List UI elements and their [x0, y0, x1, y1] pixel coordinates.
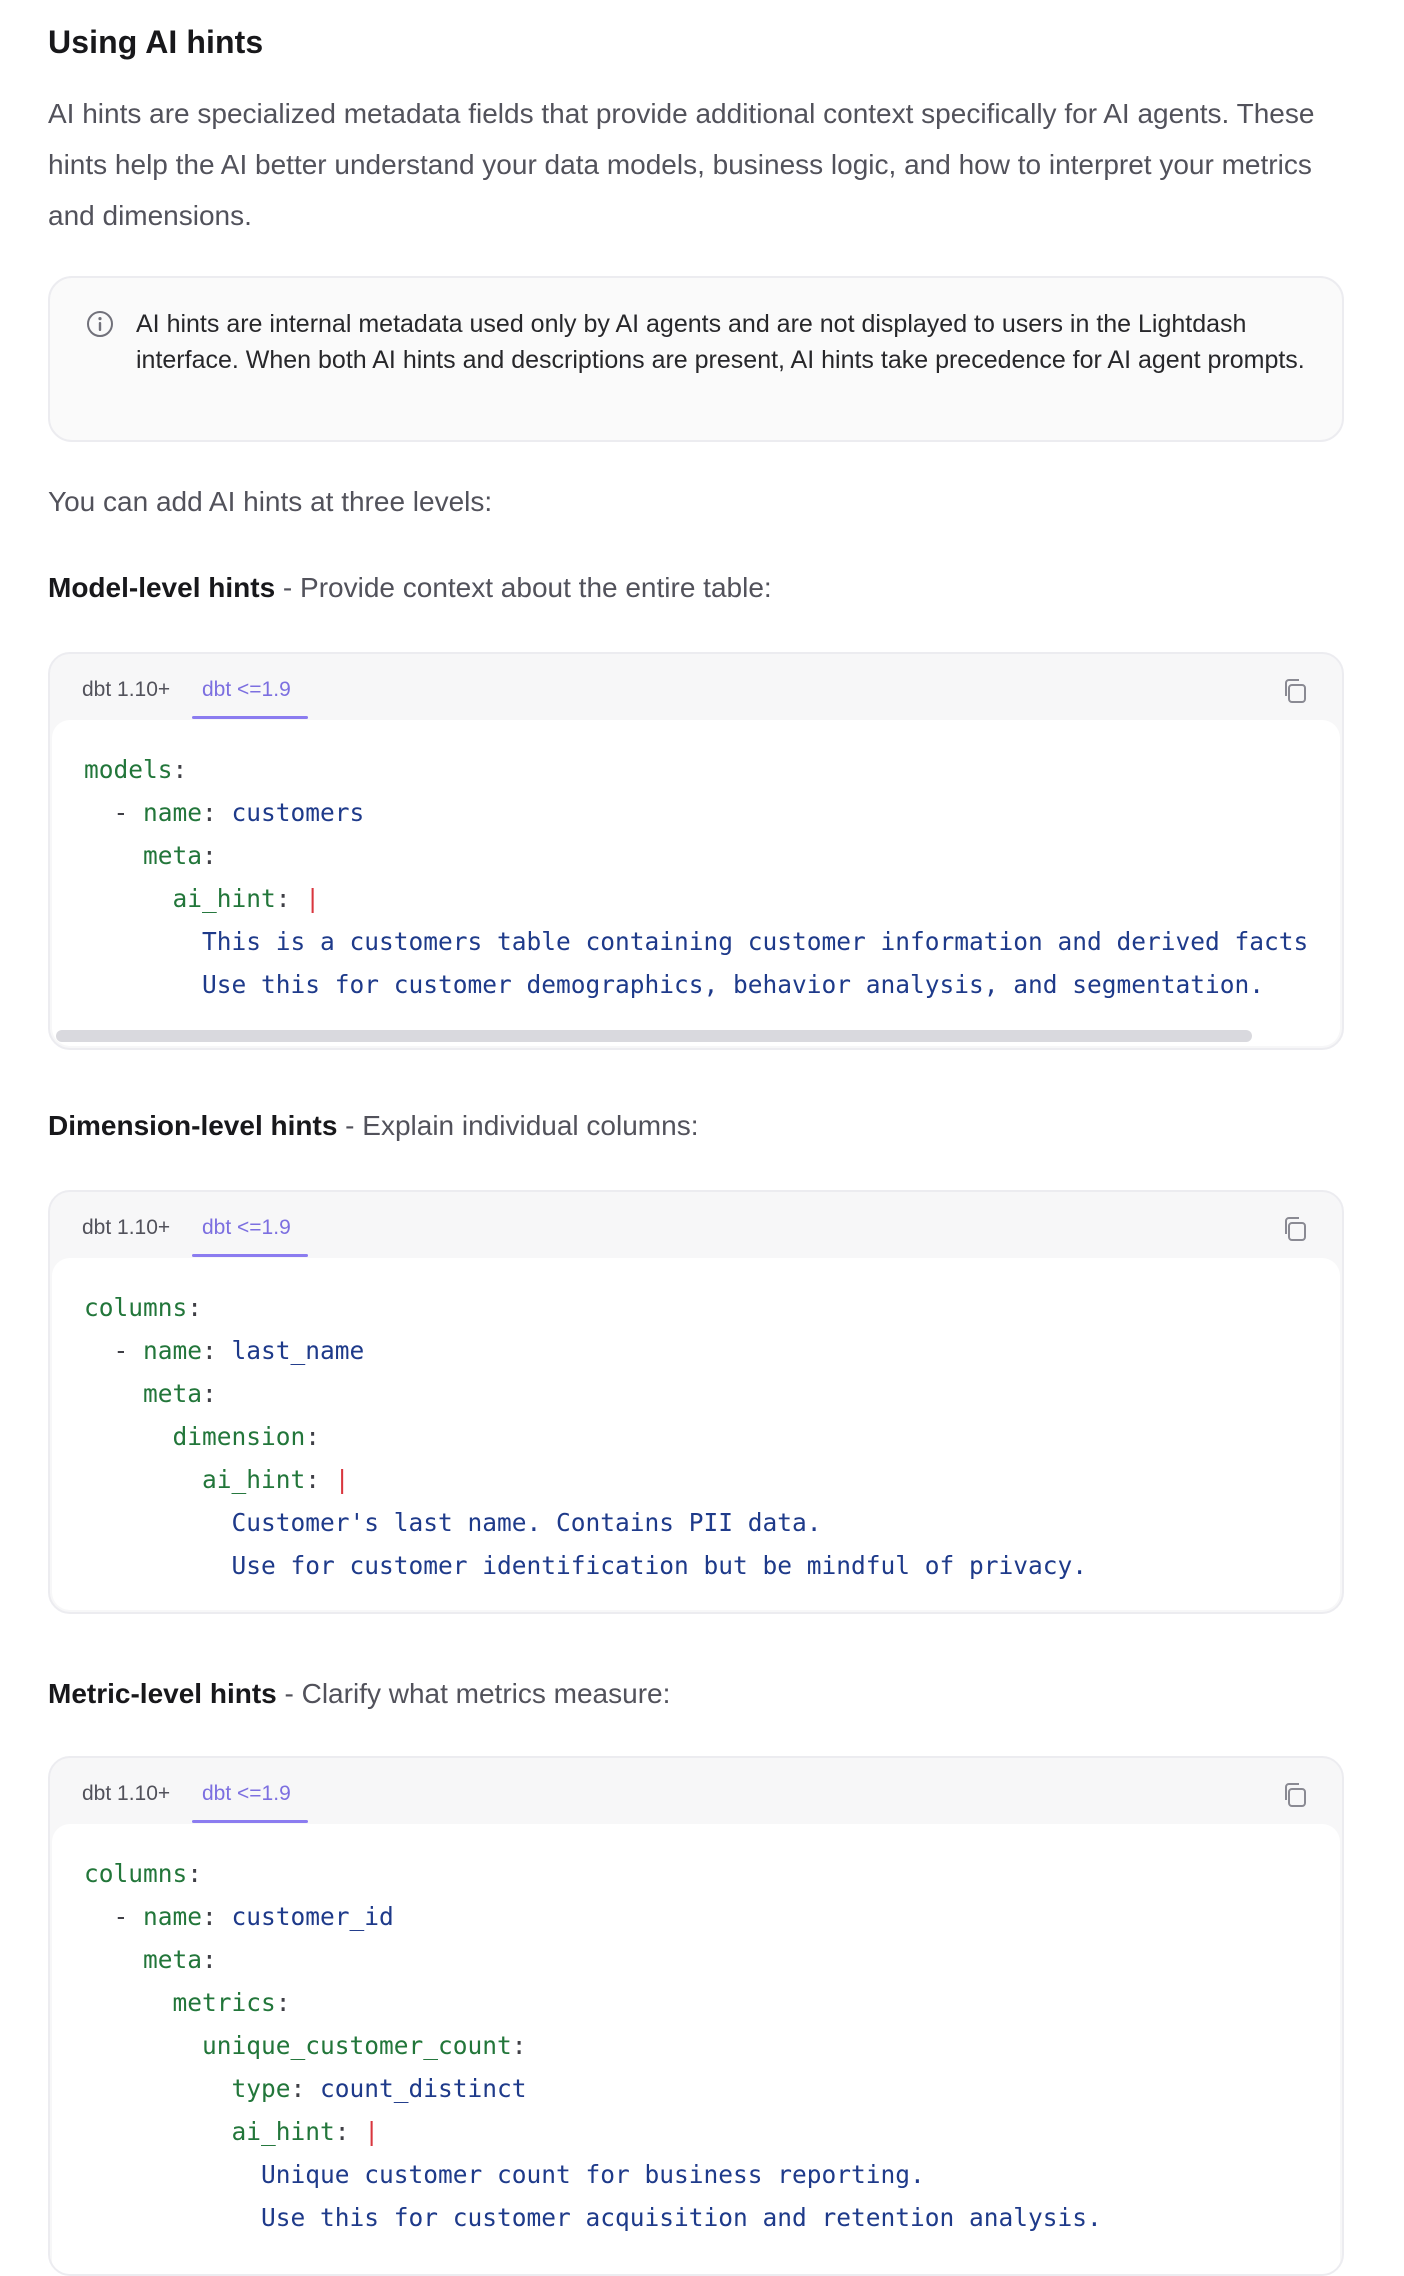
yaml-key: meta	[143, 1379, 203, 1408]
yaml-key: columns	[84, 1293, 188, 1322]
active-tab-indicator	[192, 1254, 308, 1257]
dimension-level-heading: Dimension-level hints - Explain individu…	[48, 1108, 698, 1144]
dimension-level-code-block: dbt 1.10+ dbt <=1.9 columns: - name: las…	[48, 1190, 1344, 1614]
info-icon	[87, 311, 113, 337]
yaml-key: ai_hint	[202, 1465, 306, 1494]
yaml-code: models: - name: customers meta: ai_hint:…	[84, 755, 1309, 999]
code-area: columns: - name: customer_id meta: metri…	[52, 1824, 1340, 2274]
version-tabs: dbt 1.10+ dbt <=1.9	[50, 1192, 1342, 1258]
yaml-block-indicator: |	[320, 1465, 350, 1494]
yaml-value: customers	[216, 798, 365, 827]
yaml-value: This is a customers table containing cus…	[202, 927, 1309, 956]
code-area: models: - name: customers meta: ai_hint:…	[52, 720, 1340, 1046]
yaml-code: columns: - name: customer_id meta: metri…	[84, 1859, 1102, 2232]
metric-level-title: Metric-level hints	[48, 1678, 277, 1709]
yaml-value: Use for customer identification but be m…	[231, 1551, 1088, 1580]
yaml-key: columns	[84, 1859, 188, 1888]
yaml-key: ai_hint	[231, 2117, 335, 2146]
horizontal-scrollbar[interactable]	[56, 1030, 1252, 1042]
tab-dbt-1-9[interactable]: dbt <=1.9	[202, 676, 291, 704]
code-area: columns: - name: last_name meta: dimensi…	[52, 1258, 1340, 1610]
metric-level-desc: - Clarify what metrics measure:	[276, 1678, 671, 1709]
copy-icon[interactable]	[1278, 674, 1312, 708]
active-tab-indicator	[192, 716, 308, 719]
levels-intro: You can add AI hints at three levels:	[48, 486, 493, 517]
yaml-value: Customer's last name. Contains PII data.	[231, 1508, 822, 1537]
yaml-block-indicator: |	[349, 2117, 380, 2146]
tab-dbt-1-9[interactable]: dbt <=1.9	[202, 1214, 291, 1242]
section-heading: Using AI hints	[48, 24, 264, 60]
yaml-value: Unique customer count for business repor…	[261, 2160, 925, 2189]
yaml-key: metrics	[172, 1988, 276, 2017]
metric-level-code-block: dbt 1.10+ dbt <=1.9 columns: - name: cus…	[48, 1756, 1344, 2276]
tab-dbt-1-10[interactable]: dbt 1.10+	[82, 676, 170, 704]
model-level-title: Model-level hints	[48, 572, 276, 603]
yaml-key: unique_customer_count	[202, 2031, 512, 2060]
yaml-key: type	[231, 2074, 291, 2103]
yaml-value: count_distinct	[305, 2074, 527, 2103]
tab-dbt-1-9[interactable]: dbt <=1.9	[202, 1780, 291, 1808]
model-level-desc: - Provide context about the entire table…	[275, 572, 772, 603]
dimension-level-desc: - Explain individual columns:	[337, 1110, 699, 1141]
tab-dbt-1-10[interactable]: dbt 1.10+	[82, 1214, 170, 1242]
tab-dbt-1-10[interactable]: dbt 1.10+	[82, 1780, 170, 1808]
yaml-code: columns: - name: last_name meta: dimensi…	[84, 1293, 1088, 1580]
yaml-key: name	[143, 1336, 203, 1365]
model-level-heading: Model-level hints - Provide context abou…	[48, 570, 772, 606]
yaml-value: customer_id	[216, 1902, 394, 1931]
dimension-level-title: Dimension-level hints	[48, 1110, 338, 1141]
docs-page: Using AI hints AI hints are specialized …	[0, 0, 1404, 2276]
intro-paragraph: AI hints are specialized metadata fields…	[48, 98, 1315, 231]
yaml-key: ai_hint	[172, 884, 276, 913]
model-level-code-block: dbt 1.10+ dbt <=1.9 models: - name: cust…	[48, 652, 1344, 1050]
yaml-key: dimension	[172, 1422, 306, 1451]
active-tab-indicator	[192, 1820, 308, 1823]
yaml-key: name	[143, 1902, 203, 1931]
yaml-key: name	[143, 798, 203, 827]
info-callout: AI hints are internal metadata used only…	[48, 276, 1344, 442]
yaml-key: meta	[143, 1945, 203, 1974]
version-tabs: dbt 1.10+ dbt <=1.9	[50, 1758, 1342, 1824]
yaml-value: Use this for customer demographics, beha…	[202, 970, 1265, 999]
copy-icon[interactable]	[1278, 1212, 1312, 1246]
version-tabs: dbt 1.10+ dbt <=1.9	[50, 654, 1342, 720]
yaml-key: meta	[143, 841, 203, 870]
metric-level-heading: Metric-level hints - Clarify what metric…	[48, 1676, 670, 1712]
callout-text: AI hints are internal metadata used only…	[136, 310, 1305, 374]
yaml-key: models	[84, 755, 173, 784]
copy-icon[interactable]	[1278, 1778, 1312, 1812]
yaml-value: last_name	[216, 1336, 365, 1365]
yaml-block-indicator: |	[290, 884, 321, 913]
